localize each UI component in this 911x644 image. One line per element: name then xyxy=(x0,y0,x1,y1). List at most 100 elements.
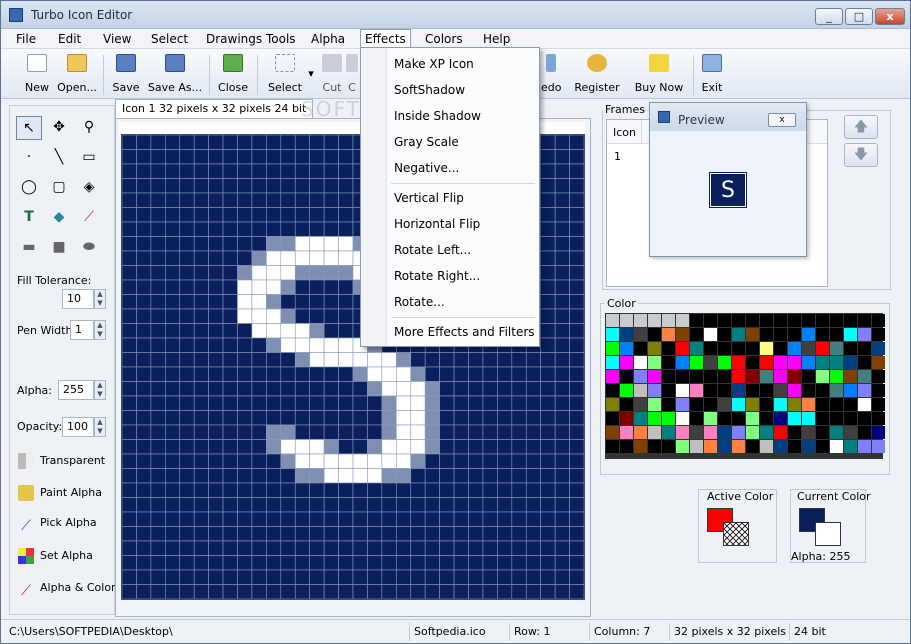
opacity-stepper[interactable]: ▲ ▼ xyxy=(94,417,106,437)
pixel-cell[interactable] xyxy=(540,337,556,353)
pixel-cell[interactable] xyxy=(150,337,166,353)
palette-swatch[interactable] xyxy=(816,314,829,327)
pixel-cell[interactable] xyxy=(222,236,238,252)
pixel-cell[interactable] xyxy=(251,468,267,484)
pixel-cell[interactable] xyxy=(569,308,584,324)
palette-swatch[interactable] xyxy=(620,398,633,411)
pixel-cell[interactable] xyxy=(251,149,267,165)
menu-item-horizontal-flip[interactable]: Horizontal Flip xyxy=(394,214,480,234)
palette-swatch[interactable] xyxy=(662,398,675,411)
menu-effects[interactable]: Effects xyxy=(360,29,411,49)
pixel-cell[interactable] xyxy=(453,439,469,455)
palette-swatch[interactable] xyxy=(788,342,801,355)
palette-swatch[interactable] xyxy=(830,398,843,411)
palette-swatch[interactable] xyxy=(606,412,619,425)
pixel-cell[interactable] xyxy=(294,236,310,252)
palette-swatch[interactable] xyxy=(662,426,675,439)
pixel-cell[interactable] xyxy=(338,265,354,281)
palette-swatch[interactable] xyxy=(830,426,843,439)
pixel-cell[interactable] xyxy=(554,439,570,455)
palette-swatch[interactable] xyxy=(676,398,689,411)
pixel-cell[interactable] xyxy=(468,584,484,599)
pixel-cell[interactable] xyxy=(482,381,498,397)
pixel-cell[interactable] xyxy=(439,569,455,585)
palette-swatch[interactable] xyxy=(760,384,773,397)
pixel-cell[interactable] xyxy=(540,352,556,368)
pixel-cell[interactable] xyxy=(468,540,484,556)
pixel-cell[interactable] xyxy=(136,221,152,237)
palette-swatch[interactable] xyxy=(802,356,815,369)
alpha-stepper[interactable]: ▲ ▼ xyxy=(94,380,106,400)
palette-swatch[interactable] xyxy=(802,370,815,383)
pixel-cell[interactable] xyxy=(294,352,310,368)
pixel-cell[interactable] xyxy=(165,337,181,353)
pixel-cell[interactable] xyxy=(122,540,137,556)
pixel-cell[interactable] xyxy=(193,207,209,223)
pixel-cell[interactable] xyxy=(165,381,181,397)
pixel-cell[interactable] xyxy=(540,221,556,237)
pixel-cell[interactable] xyxy=(179,584,195,599)
pixel-cell[interactable] xyxy=(396,540,412,556)
pixel-cell[interactable] xyxy=(208,323,224,339)
pixel-cell[interactable] xyxy=(309,381,325,397)
pixel-cell[interactable] xyxy=(136,192,152,208)
pixel-cell[interactable] xyxy=(554,424,570,440)
pixel-cell[interactable] xyxy=(266,569,282,585)
pixel-cell[interactable] xyxy=(179,497,195,513)
pixel-cell[interactable] xyxy=(165,192,181,208)
pixel-cell[interactable] xyxy=(136,352,152,368)
preview-close-button[interactable]: x xyxy=(768,113,796,127)
pixel-cell[interactable] xyxy=(208,424,224,440)
pixel-cell[interactable] xyxy=(222,352,238,368)
pixel-cell[interactable] xyxy=(208,250,224,266)
palette-swatch[interactable] xyxy=(760,412,773,425)
pixel-cell[interactable] xyxy=(122,163,137,179)
palette-swatch[interactable] xyxy=(620,342,633,355)
palette-swatch[interactable] xyxy=(830,412,843,425)
pixel-cell[interactable] xyxy=(208,337,224,353)
pixel-cell[interactable] xyxy=(497,482,513,498)
pixel-cell[interactable] xyxy=(294,511,310,527)
palette-swatch[interactable] xyxy=(774,398,787,411)
palette-swatch[interactable] xyxy=(662,412,675,425)
pixel-cell[interactable] xyxy=(525,569,541,585)
pixel-cell[interactable] xyxy=(179,511,195,527)
pixel-cell[interactable] xyxy=(352,468,368,484)
pixel-cell[interactable] xyxy=(468,468,484,484)
palette-swatch[interactable] xyxy=(774,328,787,341)
palette-swatch[interactable] xyxy=(858,412,871,425)
pixel-cell[interactable] xyxy=(396,569,412,585)
pixel-cell[interactable] xyxy=(453,468,469,484)
palette-swatch[interactable] xyxy=(620,440,633,453)
pixel-cell[interactable] xyxy=(165,366,181,382)
pixel-cell[interactable] xyxy=(294,163,310,179)
pixel-cell[interactable] xyxy=(439,497,455,513)
pixel-cell[interactable] xyxy=(294,279,310,295)
pixel-cell[interactable] xyxy=(237,207,253,223)
pixel-cell[interactable] xyxy=(482,584,498,599)
palette-swatch[interactable] xyxy=(746,342,759,355)
frames-row-1[interactable]: 1 xyxy=(614,150,621,163)
close-window-button[interactable]: x xyxy=(875,8,905,25)
pixel-cell[interactable] xyxy=(122,453,137,469)
pixel-cell[interactable] xyxy=(251,555,267,571)
pixel-cell[interactable] xyxy=(251,178,267,194)
pixel-cell[interactable] xyxy=(150,453,166,469)
pixel-cell[interactable] xyxy=(309,323,325,339)
pixel-cell[interactable] xyxy=(424,555,440,571)
register-button[interactable]: Register xyxy=(573,51,621,97)
pixel-cell[interactable] xyxy=(193,192,209,208)
palette-swatch[interactable] xyxy=(732,384,745,397)
fill-bucket-tool-icon[interactable]: ◈ xyxy=(76,176,102,200)
pixel-cell[interactable] xyxy=(150,540,166,556)
pixel-cell[interactable] xyxy=(266,497,282,513)
palette-swatch[interactable] xyxy=(648,370,661,383)
pixel-cell[interactable] xyxy=(338,424,354,440)
pixel-cell[interactable] xyxy=(540,135,556,150)
pixel-cell[interactable] xyxy=(323,453,339,469)
pixel-cell[interactable] xyxy=(179,366,195,382)
palette-swatch[interactable] xyxy=(704,440,717,453)
pixel-cell[interactable] xyxy=(410,352,426,368)
pixel-cell[interactable] xyxy=(251,337,267,353)
pixel-cell[interactable] xyxy=(280,410,296,426)
